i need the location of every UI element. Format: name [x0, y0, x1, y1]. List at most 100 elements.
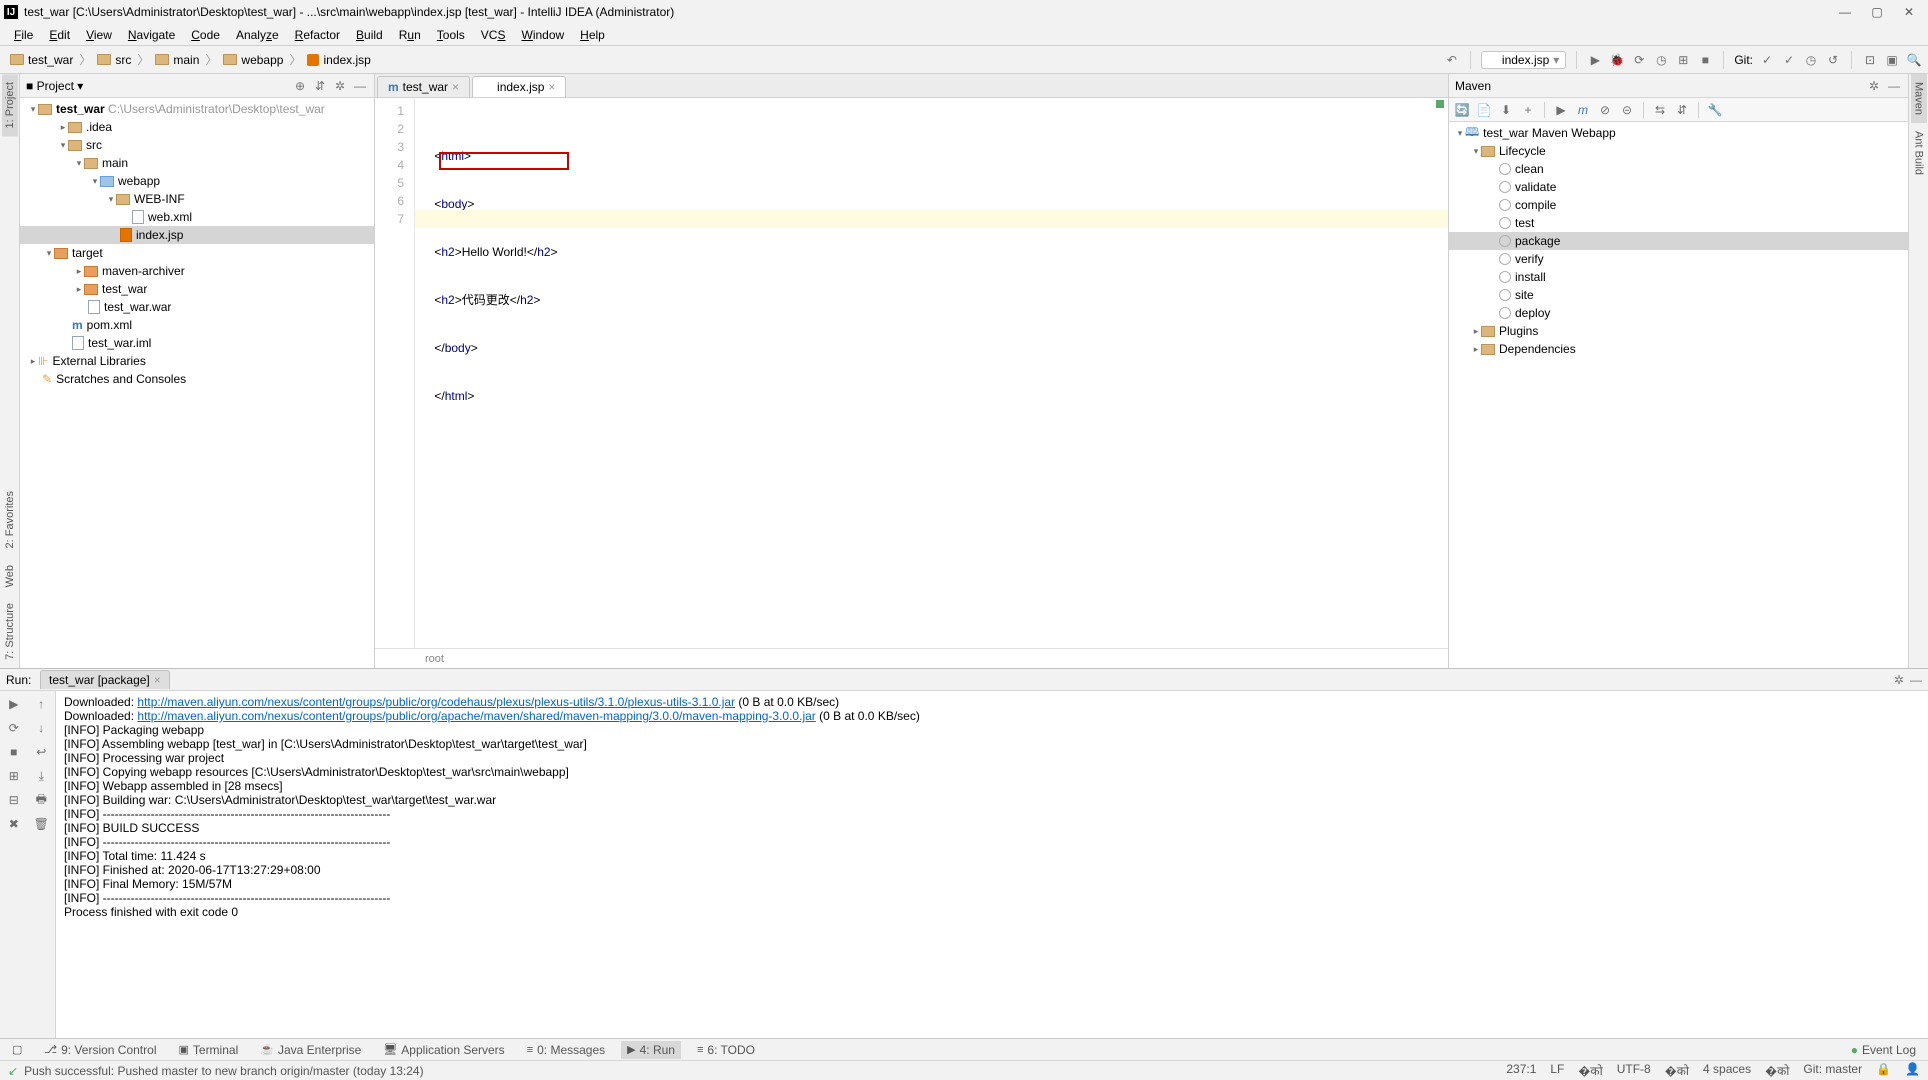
menu-window[interactable]: Window [513, 26, 572, 44]
search-icon[interactable]: 🔍 [1906, 52, 1922, 68]
indent[interactable]: 4 spaces [1703, 1062, 1751, 1079]
down-icon[interactable]: ↓ [32, 719, 50, 737]
generate-sources-icon[interactable]: 📄 [1475, 101, 1493, 119]
debug-button-icon[interactable]: 🐞 [1609, 52, 1625, 68]
git-branch[interactable]: Git: master [1803, 1062, 1862, 1079]
maven-settings-icon[interactable]: ✲ [1866, 78, 1882, 94]
tool-window-list-icon[interactable]: ▢ [6, 1041, 28, 1058]
vcs-commit-icon[interactable]: ✓ [1781, 52, 1797, 68]
line-sep[interactable]: LF [1550, 1062, 1564, 1079]
scroll-end-icon[interactable]: ⤓ [32, 767, 50, 785]
tool-app-servers[interactable]: 🖥 Application Servers [377, 1041, 510, 1059]
clear-icon[interactable]: 🗑 [32, 815, 50, 833]
run-close-icon[interactable]: ✖ [5, 815, 23, 833]
line-number-gutter[interactable]: 1234567 [375, 98, 415, 648]
tool-terminal[interactable]: ▣ Terminal [172, 1041, 244, 1059]
menu-analyze[interactable]: Analyze [228, 26, 287, 44]
execute-goal-icon[interactable]: m [1574, 101, 1592, 119]
side-tab-structure[interactable]: 7: Structure [2, 595, 18, 668]
toggle-skip-icon[interactable]: ⊝ [1618, 101, 1636, 119]
vcs-revert-icon[interactable]: ↺ [1825, 52, 1841, 68]
editor-tab-index-jsp[interactable]: index.jsp× [472, 76, 566, 97]
crumb-src[interactable]: src [93, 53, 135, 67]
collapse-icon[interactable]: ⇵ [312, 78, 328, 94]
run-layout-icon[interactable]: ⊞ [5, 767, 23, 785]
menu-build[interactable]: Build [348, 26, 391, 44]
tool-run[interactable]: ▶ 4: Run [621, 1041, 681, 1059]
vcs-update-icon[interactable]: ✓ [1759, 52, 1775, 68]
show-deps-icon[interactable]: ⇆ [1651, 101, 1669, 119]
hide-icon[interactable]: — [352, 78, 368, 94]
editor-area: mtest_war× index.jsp× 1234567 <html> <bo… [375, 74, 1448, 668]
menu-edit[interactable]: Edit [41, 26, 78, 44]
side-tab-favorites[interactable]: 2: Favorites [2, 483, 18, 556]
vcs-history-icon[interactable]: ◷ [1803, 52, 1819, 68]
editor-breadcrumb[interactable]: root [375, 648, 1448, 668]
squares-icon[interactable]: ▣ [1884, 52, 1900, 68]
editor-tab-test-war[interactable]: mtest_war× [377, 76, 470, 97]
project-panel-title: ■ Project ▾ [26, 79, 288, 93]
menu-help[interactable]: Help [572, 26, 613, 44]
side-tab-web[interactable]: Web [2, 557, 18, 595]
crumb-index-jsp[interactable]: index.jsp [303, 53, 374, 67]
maven-hide-icon[interactable]: — [1886, 78, 1902, 94]
run-settings-icon[interactable]: ✲ [1894, 673, 1904, 687]
run-console-output[interactable]: Downloaded: http://maven.aliyun.com/nexu… [56, 691, 1928, 1038]
side-tab-maven[interactable]: Maven [1911, 74, 1927, 123]
menu-view[interactable]: View [78, 26, 120, 44]
run-maven-icon[interactable]: ▶ [1552, 101, 1570, 119]
maven-tree[interactable]: ▾🕮test_war Maven Webapp ▾Lifecycle clean… [1449, 122, 1908, 668]
run-config-selector[interactable]: index.jsp▾ [1481, 51, 1566, 69]
run-hide-icon[interactable]: — [1910, 673, 1922, 687]
menu-file[interactable]: File [6, 26, 41, 44]
tool-event-log[interactable]: ● Event Log [1845, 1041, 1922, 1059]
rerun-icon[interactable]: ▶ [5, 695, 23, 713]
attach-icon[interactable]: ⊞ [1675, 52, 1691, 68]
menu-run[interactable]: Run [391, 26, 429, 44]
menu-code[interactable]: Code [183, 26, 228, 44]
collapse-all-icon[interactable]: ⇵ [1673, 101, 1691, 119]
tool-messages[interactable]: ≡ 0: Messages [521, 1041, 611, 1059]
download-icon[interactable]: ⬇ [1497, 101, 1515, 119]
profile-icon[interactable]: ◷ [1653, 52, 1669, 68]
crumb-webapp[interactable]: webapp [219, 53, 287, 67]
lock-icon[interactable]: 🔒 [1876, 1062, 1891, 1079]
menu-tools[interactable]: Tools [429, 26, 473, 44]
stop-icon[interactable]: ■ [1697, 52, 1713, 68]
maximize-button[interactable]: ▢ [1870, 5, 1884, 19]
toggle-offline-icon[interactable]: ⊘ [1596, 101, 1614, 119]
print-icon[interactable]: 🖶 [32, 791, 50, 809]
tool-java-enterprise[interactable]: ☕ Java Enterprise [254, 1041, 367, 1059]
settings-icon[interactable]: ✲ [332, 78, 348, 94]
maven-wrench-icon[interactable]: 🔧 [1706, 101, 1724, 119]
add-icon[interactable]: + [1519, 101, 1537, 119]
back-nav-icon[interactable]: ↶ [1444, 52, 1460, 68]
reimport-icon[interactable]: 🔄 [1453, 101, 1471, 119]
crumb-main[interactable]: main [151, 53, 203, 67]
tool-version-control[interactable]: ⎇ 9: Version Control [38, 1041, 162, 1059]
run-stop-icon[interactable]: ■ [5, 743, 23, 761]
inspector-icon[interactable]: 👤 [1905, 1062, 1920, 1079]
crumb-project[interactable]: test_war [6, 53, 77, 67]
side-tab-project[interactable]: 1: Project [2, 74, 18, 136]
run-button-icon[interactable]: ▶ [1587, 52, 1603, 68]
side-tab-ant[interactable]: Ant Build [1911, 123, 1927, 183]
run-attach-icon[interactable]: ⟳ [5, 719, 23, 737]
up-icon[interactable]: ↑ [32, 695, 50, 713]
tool-todo[interactable]: ≡ 6: TODO [691, 1041, 761, 1059]
encoding[interactable]: UTF-8 [1617, 1062, 1651, 1079]
run-pin-icon[interactable]: ⊟ [5, 791, 23, 809]
menu-refactor[interactable]: Refactor [287, 26, 348, 44]
menu-navigate[interactable]: Navigate [120, 26, 183, 44]
project-tree[interactable]: ▾test_war C:\Users\Administrator\Desktop… [20, 98, 374, 668]
minimize-button[interactable]: — [1838, 5, 1852, 19]
locate-icon[interactable]: ⊕ [292, 78, 308, 94]
run-tab[interactable]: test_war [package] × [40, 670, 170, 689]
structure-icon[interactable]: ⊡ [1862, 52, 1878, 68]
softwrap-icon[interactable]: ↩ [32, 743, 50, 761]
caret-position[interactable]: 237:1 [1506, 1062, 1536, 1079]
code-editor[interactable]: <html> <body> <h2>Hello World!</h2> <h2>… [415, 98, 1448, 648]
menu-vcs[interactable]: VCS [473, 26, 514, 44]
coverage-icon[interactable]: ⟳ [1631, 52, 1647, 68]
close-button[interactable]: ✕ [1902, 5, 1916, 19]
